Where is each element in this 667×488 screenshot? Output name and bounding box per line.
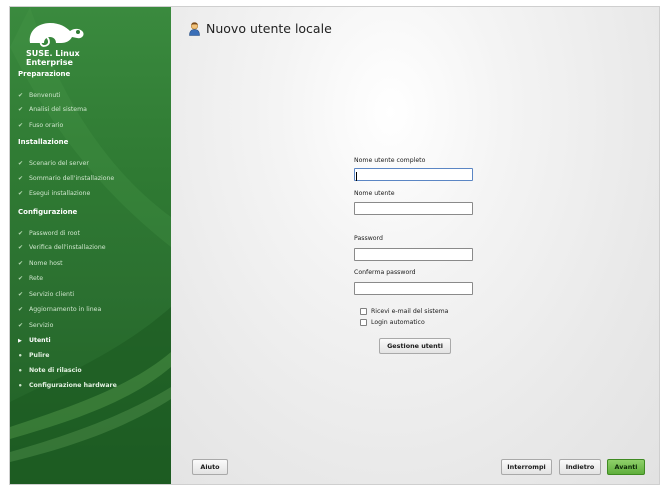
sidebar-step-aggiornamento: ✔ Aggiornamento in linea [18,305,101,315]
password-label: Password [354,235,383,242]
installer-window: SUSE. Linux Enterprise Preparazione ✔ Be… [9,6,660,485]
arrow-right-icon: ▶ [18,338,22,344]
bullet-icon: • [18,367,23,375]
sidebar-step-sommario: ✔ Sommario dell'installazione [18,174,114,184]
sidebar-step-note-rilascio: • Note di rilascio [18,366,82,376]
check-icon: ✔ [18,306,24,313]
checkbox-box[interactable] [360,308,367,315]
next-button[interactable]: Avanti [607,459,645,475]
sidebar-step-scenario: ✔ Scenario del server [18,159,89,169]
sidebar-step-label: Aggiornamento in linea [29,306,102,313]
sidebar-step-label: Servizio clienti [29,291,75,298]
check-icon: ✔ [18,291,24,298]
sidebar-step-utenti: ▶ Utenti [18,336,51,346]
text-cursor [356,172,357,181]
username-input[interactable] [354,202,473,215]
sidebar-step-label: Nome host [29,260,63,267]
check-icon: ✔ [18,175,24,182]
sidebar-section-installazione: Installazione [18,138,69,146]
username-label: Nome utente [354,190,395,197]
page-title: Nuovo utente locale [189,21,332,36]
check-icon: ✔ [18,322,24,329]
sidebar-step-verifica: ✔ Verifica dell'installazione [18,243,106,253]
help-button[interactable]: Aiuto [192,459,228,475]
check-icon: ✔ [18,190,24,197]
sidebar: SUSE. Linux Enterprise Preparazione ✔ Be… [10,7,171,484]
sidebar-step-rete: ✔ Rete [18,274,43,284]
sidebar-step-label: Servizio [29,322,54,329]
sidebar-step-label: Password di root [29,230,80,237]
sidebar-step-label: Scenario del server [29,160,89,167]
receive-mail-checkbox[interactable]: Ricevi e-mail del sistema [360,308,448,315]
brand-line-1: SUSE. Linux [26,49,80,58]
check-icon: ✔ [18,160,24,167]
sidebar-step-configurazione-hardware: • Configurazione hardware [18,381,117,391]
back-button[interactable]: Indietro [559,459,601,475]
autologin-checkbox[interactable]: Login automatico [360,319,425,326]
check-icon: ✔ [18,230,24,237]
sidebar-step-label: Esegui installazione [29,190,91,197]
sidebar-step-benvenuti: ✔ Benvenuti [18,91,60,101]
sidebar-step-fuso-orario: ✔ Fuso orario [18,121,63,131]
sidebar-section-preparazione: Preparazione [18,70,71,78]
sidebar-step-label: Verifica dell'installazione [29,244,106,251]
password-input[interactable] [354,248,473,261]
sidebar-step-nome-host: ✔ Nome host [18,259,63,269]
page-title-text: Nuovo utente locale [206,21,332,36]
autologin-label: Login automatico [371,319,425,326]
sidebar-step-password-root: ✔ Password di root [18,229,80,239]
brand-wordmark: SUSE. Linux Enterprise [26,49,80,67]
check-icon: ✔ [18,275,24,282]
check-icon: ✔ [18,122,24,129]
user-icon [189,21,200,36]
confirm-password-label: Conferma password [354,269,416,276]
checkbox-box[interactable] [360,319,367,326]
check-icon: ✔ [18,260,24,267]
sidebar-step-label: Configurazione hardware [29,382,117,389]
sidebar-step-label: Benvenuti [29,92,61,99]
sidebar-step-label: Note di rilascio [29,367,82,374]
check-icon: ✔ [18,244,24,251]
sidebar-step-analisi: ✔ Analisi del sistema [18,105,87,115]
bullet-icon: • [18,382,23,390]
check-icon: ✔ [18,92,24,99]
sidebar-section-configurazione: Configurazione [18,208,78,216]
sidebar-step-label: Analisi del sistema [29,106,87,113]
brand-line-2: Enterprise [26,58,73,67]
content-area: Nuovo utente locale Nome utente completo… [171,7,659,484]
full-name-label: Nome utente completo [354,157,426,164]
sidebar-step-label: Pulire [29,352,50,359]
sidebar-step-pulire: • Pulire [18,351,49,361]
receive-mail-label: Ricevi e-mail del sistema [371,308,449,315]
sidebar-step-servizio-clienti: ✔ Servizio clienti [18,290,74,300]
sidebar-step-label: Sommario dell'installazione [29,175,115,182]
manage-users-button[interactable]: Gestione utenti [379,338,451,354]
confirm-password-input[interactable] [354,282,473,295]
sidebar-step-label: Rete [29,275,44,282]
sidebar-step-label: Fuso orario [29,122,64,129]
sidebar-step-esegui: ✔ Esegui installazione [18,189,90,199]
sidebar-step-servizio: ✔ Servizio [18,321,53,331]
check-icon: ✔ [18,106,24,113]
abort-button[interactable]: Interrompi [501,459,552,475]
full-name-input[interactable] [354,168,473,181]
bullet-icon: • [18,352,23,360]
sidebar-step-label: Utenti [29,337,51,344]
suse-chameleon-logo [29,23,84,47]
